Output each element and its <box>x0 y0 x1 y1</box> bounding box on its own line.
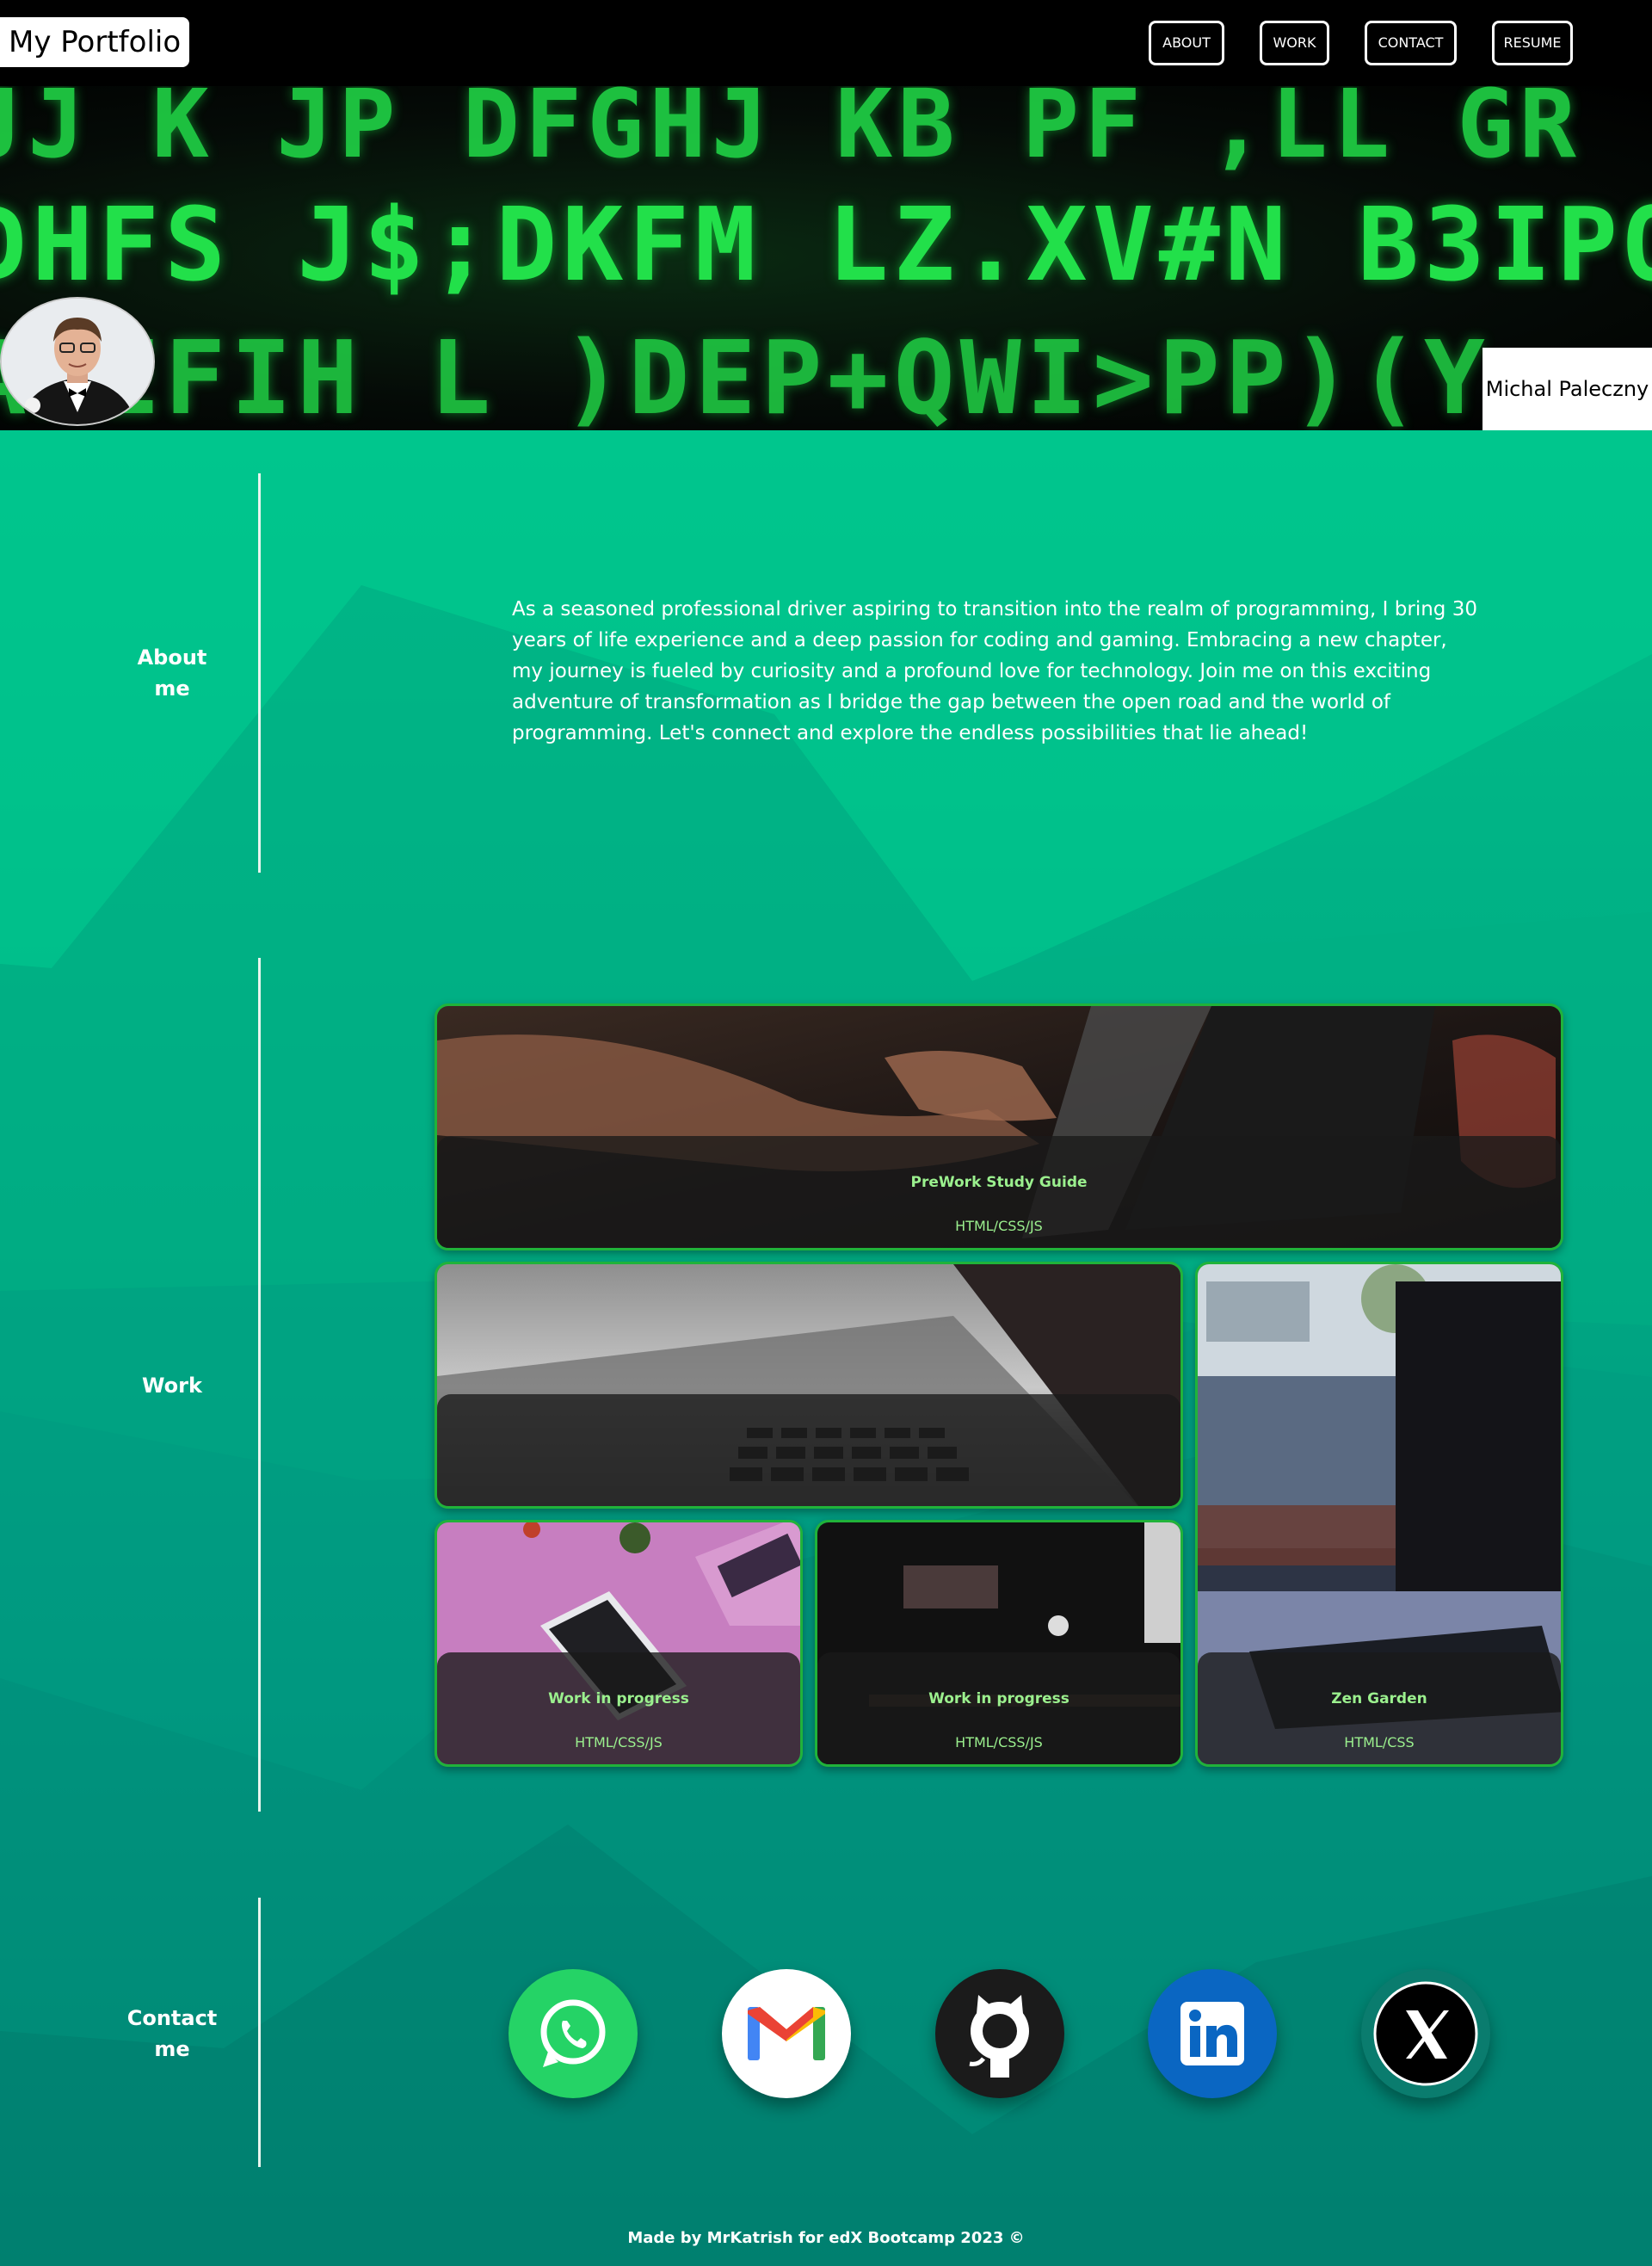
project-title: Zen Garden <box>1331 1690 1427 1707</box>
linkedin-link[interactable] <box>1148 1969 1277 2098</box>
linkedin-icon <box>1180 2002 1244 2065</box>
project-card-work-in-progress-2[interactable]: Work in progress HTML/CSS/JS <box>815 1520 1183 1767</box>
contact-section-title: Contact me <box>126 2006 218 2061</box>
about-text: As a seasoned professional driver aspiri… <box>512 598 1477 744</box>
project-title: Work in progress <box>548 1690 689 1707</box>
hero-banner: JJ K JP DFGHJ KB PF ,LL GR DHFS J$;DKFM … <box>0 86 1652 430</box>
profile-photo <box>2 299 153 424</box>
gmail-link[interactable] <box>722 1969 851 2098</box>
x-icon <box>1373 1981 1478 2086</box>
gmail-icon <box>748 2007 825 2060</box>
nav-resume[interactable]: RESUME <box>1492 21 1573 65</box>
project-title: PreWork Study Guide <box>910 1174 1088 1191</box>
about-section-title: About me <box>137 645 207 701</box>
site-brand[interactable]: My Portfolio <box>0 17 190 67</box>
footer-text: Made by MrKatrish for edX Bootcamp 2023 … <box>627 2229 1025 2247</box>
avatar <box>0 297 155 426</box>
nav-contact[interactable]: CONTACT <box>1365 21 1457 65</box>
project-stack: HTML/CSS/JS <box>955 1218 1043 1234</box>
project-title: Work in progress <box>928 1690 1069 1707</box>
hero-code-line: DHFS J$;DKFM LZ.XV#N B3IPQ) (I <box>0 185 1652 304</box>
project-card-zen-garden[interactable]: Zen Garden HTML/CSS <box>1195 1262 1563 1767</box>
section-divider <box>258 1898 261 2167</box>
project-card-prework[interactable]: PreWork Study Guide HTML/CSS/JS <box>435 1003 1563 1250</box>
section-divider <box>258 473 261 873</box>
section-divider <box>258 958 261 1812</box>
project-stack: HTML/CSS/JS <box>575 1734 663 1750</box>
project-card-work-in-progress-1[interactable]: Work in progress HTML/CSS/JS <box>435 1520 803 1767</box>
whatsapp-link[interactable] <box>509 1969 638 2098</box>
card-caption-overlay <box>437 1394 1180 1506</box>
x-link[interactable] <box>1361 1969 1490 2098</box>
profile-name: Michal Paleczny <box>1482 348 1652 430</box>
nav-work[interactable]: WORK <box>1260 21 1329 65</box>
project-stack: HTML/CSS/JS <box>955 1734 1043 1750</box>
top-navbar: My Portfolio ABOUT WORK CONTACT RESUME <box>0 0 1652 86</box>
project-stack: HTML/CSS <box>1344 1734 1415 1750</box>
nav-about[interactable]: ABOUT <box>1149 21 1224 65</box>
github-icon <box>969 1995 1029 2078</box>
hero-code-line: AREFIH L )DEP+QWI>PP)(Y <box>0 318 1490 430</box>
hero-code-line: JJ K JP DFGHJ KB PF ,LL GR <box>0 86 1581 179</box>
github-link[interactable] <box>935 1969 1064 2098</box>
project-card-laptop[interactable] <box>435 1262 1183 1509</box>
whatsapp-icon <box>540 1999 606 2067</box>
work-section-title: Work <box>142 1374 202 1398</box>
